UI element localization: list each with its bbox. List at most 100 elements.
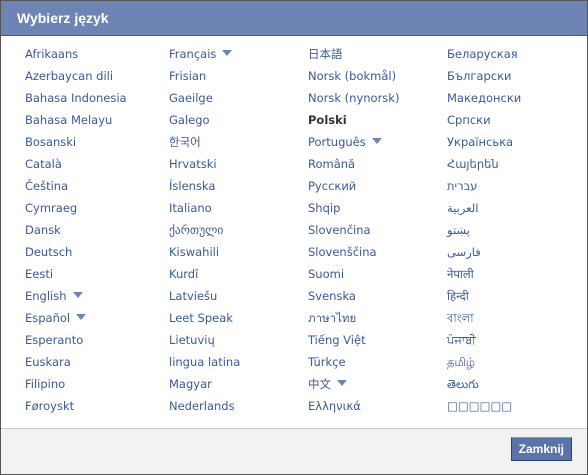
language-label: Eesti bbox=[25, 267, 54, 281]
language-item[interactable]: Deutsch bbox=[25, 244, 165, 266]
language-item[interactable]: Azerbaycan dili bbox=[25, 68, 165, 90]
language-item[interactable]: Bahasa Melayu bbox=[25, 112, 165, 134]
language-item[interactable]: বাংলা bbox=[447, 310, 587, 332]
language-item[interactable]: Kiswahili bbox=[169, 244, 309, 266]
language-label: Български bbox=[447, 69, 512, 83]
language-label: ქართული bbox=[169, 223, 224, 237]
language-item[interactable]: Hrvatski bbox=[169, 156, 309, 178]
language-item[interactable]: Føroyskt bbox=[25, 398, 165, 420]
language-label: Հայերեն bbox=[447, 157, 499, 171]
language-item[interactable]: Frisian bbox=[169, 68, 309, 90]
language-label: Română bbox=[308, 157, 356, 171]
language-item[interactable]: Italiano bbox=[169, 200, 309, 222]
dropdown-caret-icon[interactable] bbox=[222, 50, 233, 56]
language-label: Català bbox=[25, 157, 62, 171]
language-item[interactable]: Euskara bbox=[25, 354, 165, 376]
dropdown-caret-icon[interactable] bbox=[371, 138, 382, 144]
language-item[interactable]: Português bbox=[308, 134, 448, 156]
language-item[interactable]: Українська bbox=[447, 134, 587, 156]
language-item[interactable]: Suomi bbox=[308, 266, 448, 288]
language-item[interactable]: فارسی bbox=[447, 244, 587, 266]
language-label: Kiswahili bbox=[169, 245, 220, 259]
language-item[interactable]: Српски bbox=[447, 112, 587, 134]
language-item[interactable]: Tiếng Việt bbox=[308, 332, 448, 354]
language-item[interactable]: العربية bbox=[447, 200, 587, 222]
language-item[interactable]: Gaeilge bbox=[169, 90, 309, 112]
language-item[interactable]: ภาษาไทย bbox=[308, 310, 448, 332]
language-item[interactable]: Nederlands bbox=[169, 398, 309, 420]
language-item[interactable]: Latviešu bbox=[169, 288, 309, 310]
language-item[interactable]: Leet Speak bbox=[169, 310, 309, 332]
language-item[interactable]: Magyar bbox=[169, 376, 309, 398]
language-item[interactable]: Kurdî bbox=[169, 266, 309, 288]
dropdown-caret-icon[interactable] bbox=[76, 314, 87, 320]
language-item[interactable]: Íslenska bbox=[169, 178, 309, 200]
language-item[interactable]: Norsk (bokmål) bbox=[308, 68, 448, 90]
language-item[interactable]: தமிழ் bbox=[447, 354, 587, 376]
language-item[interactable]: తెలుగు bbox=[447, 376, 587, 398]
language-label: नेपाली bbox=[447, 267, 474, 281]
language-item[interactable]: हिन्दी bbox=[447, 288, 587, 310]
language-label: Lietuvių bbox=[169, 333, 215, 347]
language-item[interactable]: Español bbox=[25, 310, 165, 332]
language-item[interactable]: Беларуская bbox=[447, 46, 587, 68]
language-column-2: Français Frisian Gaeilge Galego 한국어 Hrvatski Í… bbox=[169, 46, 309, 420]
language-label: தமிழ் bbox=[447, 355, 476, 369]
language-item[interactable]: Русский bbox=[308, 178, 448, 200]
language-item[interactable]: Македонски bbox=[447, 90, 587, 112]
language-item[interactable]: Galego bbox=[169, 112, 309, 134]
language-label: Deutsch bbox=[25, 245, 73, 259]
language-label: Føroyskt bbox=[25, 399, 75, 413]
dropdown-caret-icon[interactable] bbox=[72, 292, 83, 298]
language-item[interactable]: Français bbox=[169, 46, 309, 68]
language-item[interactable]: नेपाली bbox=[447, 266, 587, 288]
language-item[interactable]: ქართული bbox=[169, 222, 309, 244]
language-label: Bahasa Melayu bbox=[25, 113, 113, 127]
language-item[interactable]: Filipino bbox=[25, 376, 165, 398]
language-item[interactable]: Lietuvių bbox=[169, 332, 309, 354]
language-item[interactable]: Slovenčina bbox=[308, 222, 448, 244]
language-item[interactable]: Shqip bbox=[308, 200, 448, 222]
language-item[interactable]: ਪੰਜਾਬੀ bbox=[447, 332, 587, 354]
dropdown-caret-icon[interactable] bbox=[337, 380, 347, 386]
language-label: Tiếng Việt bbox=[308, 333, 366, 347]
language-item[interactable]: Български bbox=[447, 68, 587, 90]
language-label: తెలుగు bbox=[447, 377, 479, 391]
language-item[interactable]: Svenska bbox=[308, 288, 448, 310]
language-label: Português bbox=[308, 135, 366, 149]
language-item[interactable]: Norsk (nynorsk) bbox=[308, 90, 448, 112]
language-label: پښتو bbox=[447, 223, 470, 237]
language-item[interactable]: Dansk bbox=[25, 222, 165, 244]
language-item[interactable]: Afrikaans bbox=[25, 46, 165, 68]
language-item[interactable]: 日本語 bbox=[308, 46, 448, 68]
language-item[interactable]: Català bbox=[25, 156, 165, 178]
language-label: ภาษาไทย bbox=[308, 311, 357, 325]
language-label: Esperanto bbox=[25, 333, 84, 347]
language-item[interactable]: Esperanto bbox=[25, 332, 165, 354]
language-item[interactable]: עברית bbox=[447, 178, 587, 200]
language-item[interactable]: lingua latina bbox=[169, 354, 309, 376]
language-label: العربية bbox=[447, 201, 479, 215]
language-item[interactable]: Slovenščina bbox=[308, 244, 448, 266]
language-item[interactable]: Türkçe bbox=[308, 354, 448, 376]
language-item[interactable]: English bbox=[25, 288, 165, 310]
language-item[interactable]: Cymraeg bbox=[25, 200, 165, 222]
language-item[interactable]: Ελληνικά bbox=[308, 398, 448, 420]
language-label: Magyar bbox=[169, 377, 212, 391]
language-item[interactable]: □□□□□□ bbox=[447, 398, 587, 420]
language-item[interactable]: Română bbox=[308, 156, 448, 178]
language-label: Íslenska bbox=[169, 179, 216, 193]
language-item[interactable]: پښتو bbox=[447, 222, 587, 244]
language-item[interactable]: 한국어 bbox=[169, 134, 309, 156]
language-label: Norsk (bokmål) bbox=[308, 69, 397, 83]
language-item[interactable]: 中文 bbox=[308, 376, 448, 398]
language-item[interactable]: Eesti bbox=[25, 266, 165, 288]
language-label: Leet Speak bbox=[169, 311, 233, 325]
language-item[interactable]: Čeština bbox=[25, 178, 165, 200]
language-label: বাংলা bbox=[447, 311, 474, 325]
language-label: lingua latina bbox=[169, 355, 241, 369]
language-item[interactable]: Հայերեն bbox=[447, 156, 587, 178]
language-item[interactable]: Bosanski bbox=[25, 134, 165, 156]
language-item[interactable]: Bahasa Indonesia bbox=[25, 90, 165, 112]
close-button[interactable]: Zamknij bbox=[510, 437, 572, 461]
